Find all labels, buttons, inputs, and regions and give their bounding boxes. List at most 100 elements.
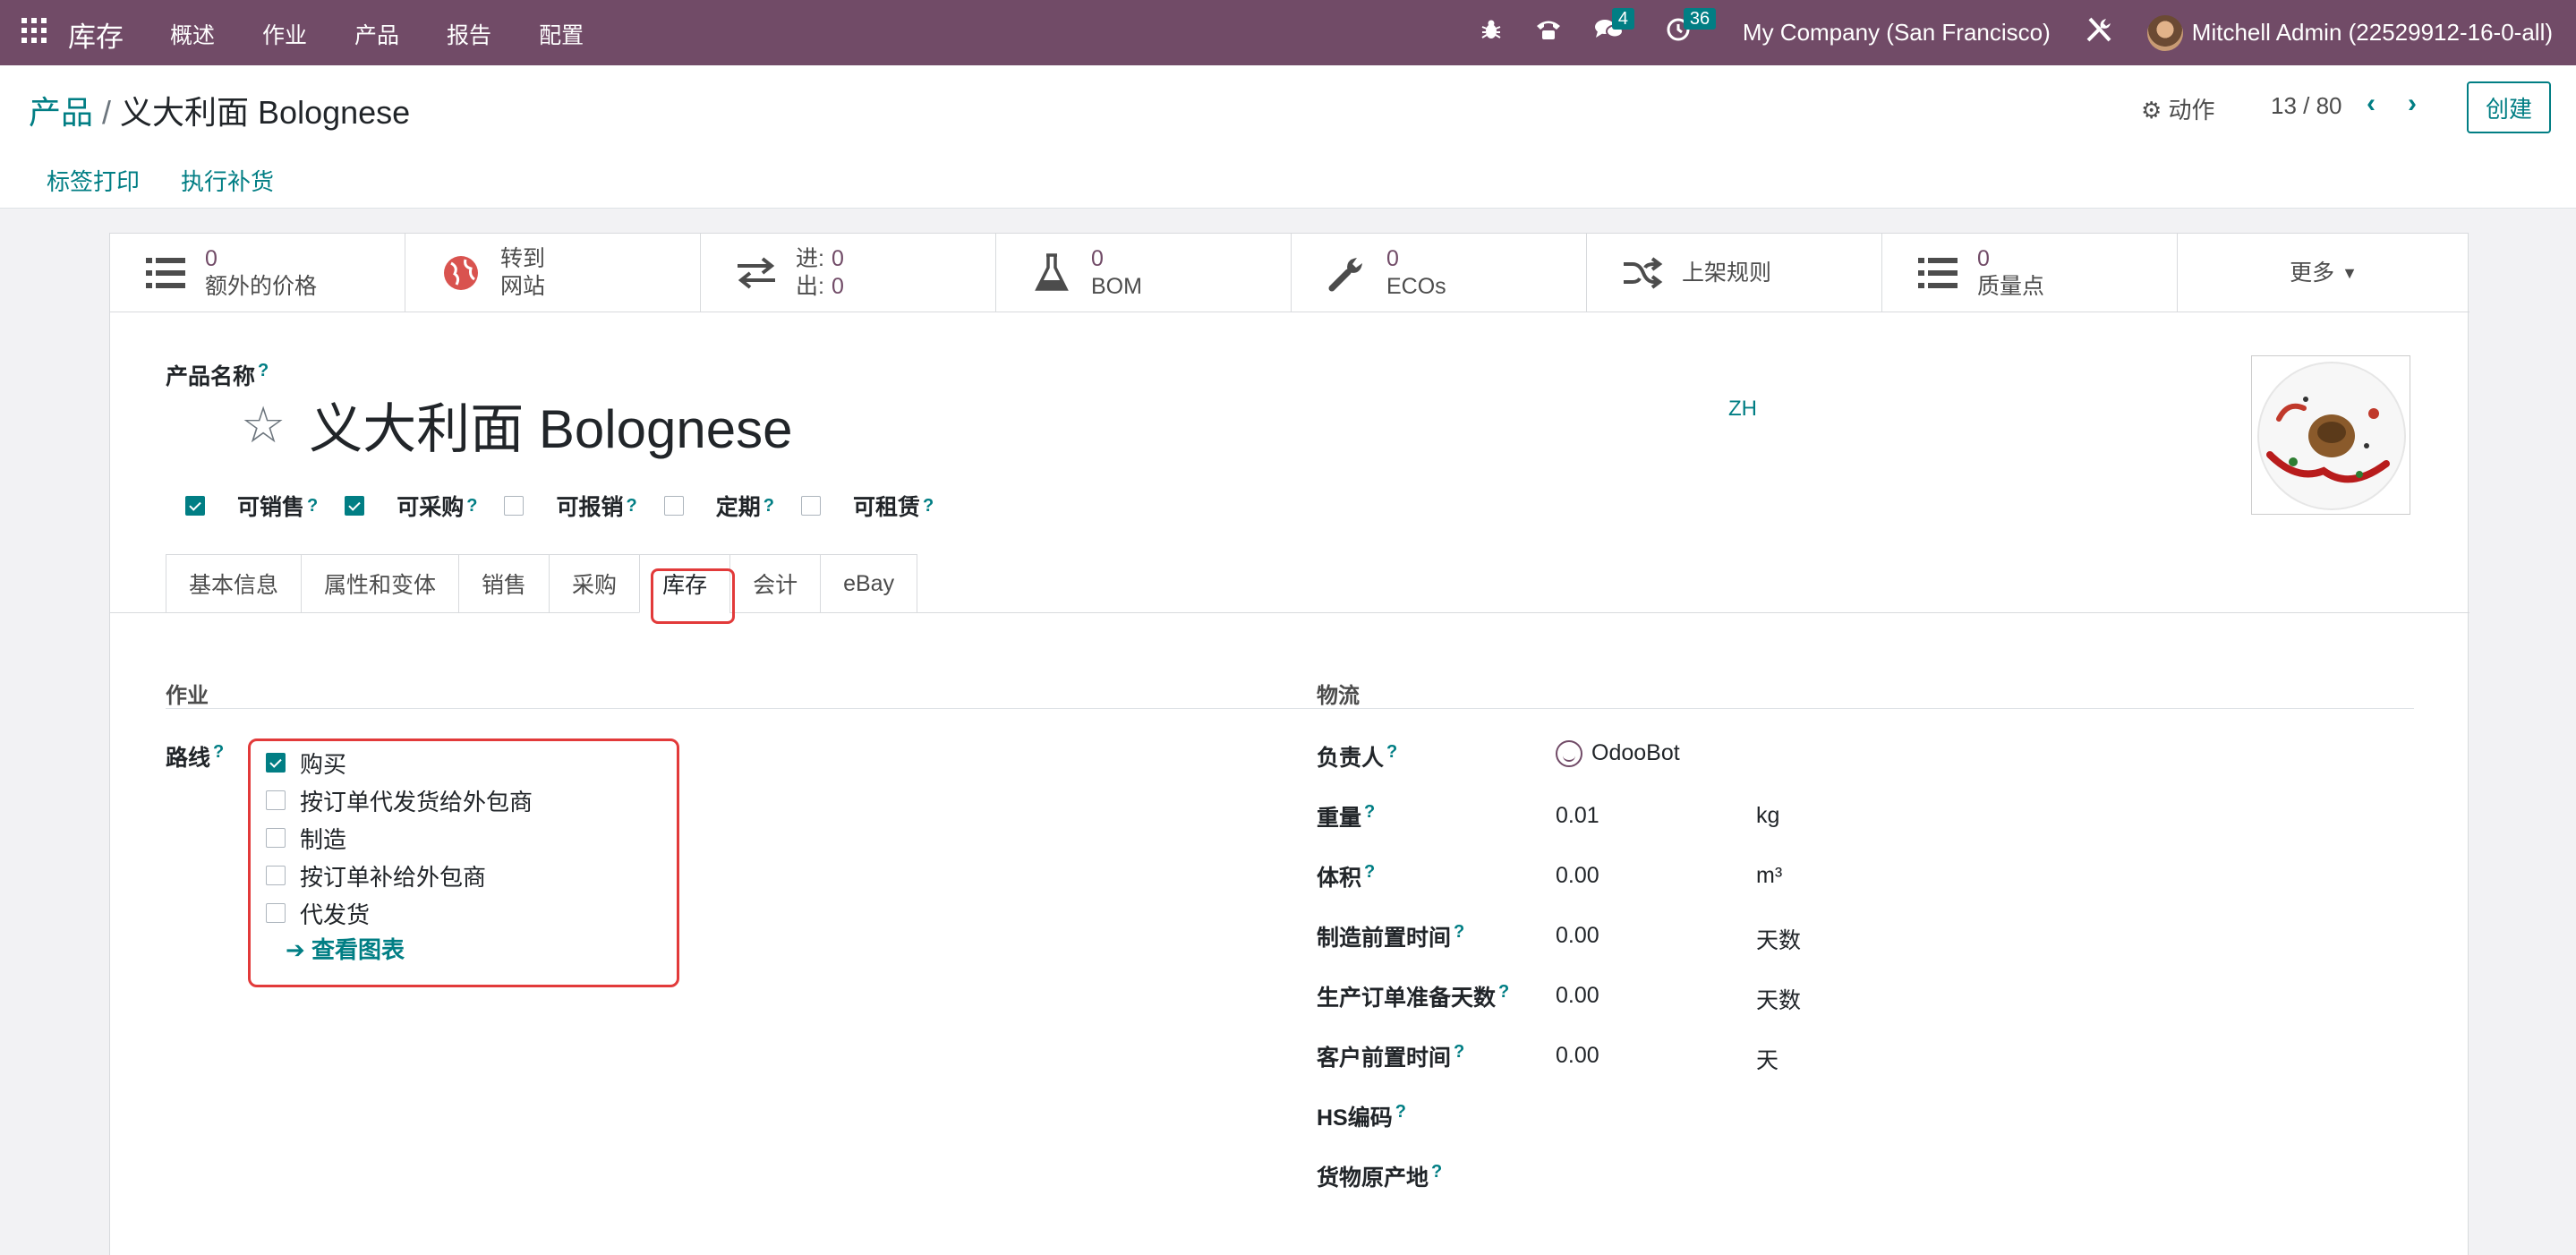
product-image[interactable] [2251,355,2410,515]
bug-icon[interactable] [1480,18,1503,47]
help-tooltip[interactable]: ? [923,496,934,517]
checkbox[interactable] [800,496,821,516]
pager-previous-icon[interactable]: ‹ [2367,89,2376,119]
breadcrumb-separator: / [102,94,112,131]
tab-purchase[interactable]: 采购 [549,554,640,613]
help-tooltip[interactable]: ? [258,361,269,380]
breadcrumb-products-link[interactable]: 产品 [29,94,93,131]
help-tooltip[interactable]: ? [1364,802,1375,822]
menu-configuration[interactable]: 配置 [539,18,584,50]
apps-grid-icon[interactable] [21,18,47,43]
tab-attributes-variants[interactable]: 属性和变体 [301,554,459,613]
exchange-icon [735,252,778,295]
quality-count: 0 [1977,246,1990,271]
menu-products[interactable]: 产品 [354,18,399,50]
smart-button-in-out[interactable]: 进: 0 出: 0 [701,234,996,312]
checkbox[interactable] [185,496,205,516]
volume-unit: m³ [1756,863,1783,888]
product-name-field[interactable]: ☆ 义大利面 Bolognese [241,386,792,464]
menu-reporting[interactable]: 报告 [447,18,491,50]
help-tooltip[interactable]: ? [626,496,636,517]
flag-recurring[interactable]: 定期? [663,490,774,522]
company-switcher[interactable]: My Company (San Francisco) [1743,19,2051,47]
pager-next-icon[interactable]: › [2408,89,2417,119]
mo-prep-days-field[interactable]: 0.00 [1556,983,1599,1009]
checkbox[interactable] [663,496,684,516]
ecos-count: 0 [1386,246,1399,271]
top-navbar: 库存 概述 作业 产品 报告 配置 4 36 My Company (San F… [0,0,2576,65]
flag-can-be-rented[interactable]: 可租赁? [800,490,934,522]
responsible-field[interactable]: OdooBot [1556,740,1680,768]
flask-icon [1030,252,1073,295]
tab-accounting[interactable]: 会计 [729,554,821,613]
checkbox[interactable] [504,496,525,516]
volume-field[interactable]: 0.00 [1556,863,1599,889]
help-tooltip[interactable]: ? [1454,1042,1464,1062]
app-name[interactable]: 库存 [68,14,124,55]
extra-price-label: 额外的价格 [205,274,318,299]
user-menu[interactable]: Mitchell Admin (22529912-16-0-all) [2192,19,2553,47]
manufacturing-lead-field[interactable]: 0.00 [1556,923,1599,949]
smart-button-quality[interactable]: 0 质量点 [1882,234,2178,312]
tab-general-info[interactable]: 基本信息 [166,554,302,613]
help-tooltip[interactable]: ? [307,496,318,517]
highlight-box-routes [248,738,679,987]
tab-ebay[interactable]: eBay [820,554,918,613]
help-tooltip[interactable]: ? [1364,862,1375,882]
messages-icon[interactable]: 4 [1594,8,1635,48]
manufacturing-lead-label: 制造前置时间? [1317,921,1465,951]
smart-button-putaway[interactable]: 上架规则 [1587,234,1882,312]
smart-button-ecos[interactable]: 0 ECOs [1292,234,1587,312]
hs-code-label: HS编码? [1317,1101,1406,1131]
help-tooltip[interactable]: ? [1386,742,1397,762]
tools-icon[interactable] [2085,15,2113,51]
checkbox[interactable] [345,496,365,516]
quality-label: 质量点 [1977,274,2045,299]
flag-can-be-sold[interactable]: 可销售? [185,490,318,522]
globe-icon [439,252,482,295]
replenish-button[interactable]: 执行补货 [181,164,274,197]
control-panel: 产品 / 义大利面 Bolognese ⚙ 动作 13 / 80 ‹ › 创建 标签… [0,65,2576,209]
operations-section-title: 作业 [166,684,209,708]
help-tooltip[interactable]: ? [763,496,774,517]
customer-lead-field[interactable]: 0.00 [1556,1043,1599,1069]
weight-unit: kg [1756,803,1780,828]
action-menu-button[interactable]: ⚙ 动作 [2141,92,2215,125]
user-avatar[interactable] [2146,14,2183,51]
pager-value[interactable]: 13 / 80 [2271,92,2342,120]
smart-button-website[interactable]: 转到 网站 [405,234,701,312]
list-icon [144,252,187,295]
weight-field[interactable]: 0.01 [1556,803,1599,829]
language-toggle[interactable]: ZH [1728,397,1757,422]
help-tooltip[interactable]: ? [1454,922,1464,942]
tab-sales[interactable]: 销售 [458,554,550,613]
putaway-label: 上架规则 [1682,260,1772,286]
gear-icon: ⚙ [2141,97,2162,124]
product-name[interactable]: 义大利面 Bolognese [309,386,792,464]
flag-can-be-purchased[interactable]: 可采购? [345,490,477,522]
list-icon [1916,252,1959,295]
out-value: 0 [831,274,844,299]
in-value: 0 [831,246,844,271]
help-tooltip[interactable]: ? [1498,982,1509,1002]
help-tooltip[interactable]: ? [466,496,477,517]
help-tooltip[interactable]: ? [213,742,224,762]
ecos-label: ECOs [1386,274,1446,299]
smart-button-more[interactable]: 更多 ▼ [2178,234,2469,312]
phone-icon[interactable] [1535,18,1562,47]
action-label: 动作 [2168,97,2215,124]
caret-down-icon: ▼ [2341,263,2358,282]
smart-button-bom[interactable]: 0 BOM [996,234,1292,312]
menu-overview[interactable]: 概述 [170,18,215,50]
smart-button-extra-price[interactable]: 0 额外的价格 [110,234,405,312]
activities-icon[interactable]: 36 [1666,8,1717,48]
print-labels-button[interactable]: 标签打印 [47,164,140,197]
wrench-icon [1326,252,1369,295]
flag-can-be-expensed[interactable]: 可报销? [504,490,637,522]
out-label: 出: [796,274,824,299]
help-tooltip[interactable]: ? [1395,1102,1406,1122]
create-button[interactable]: 创建 [2467,81,2551,133]
help-tooltip[interactable]: ? [1431,1162,1442,1182]
favorite-star-icon[interactable]: ☆ [241,396,286,455]
menu-operations[interactable]: 作业 [262,18,307,50]
